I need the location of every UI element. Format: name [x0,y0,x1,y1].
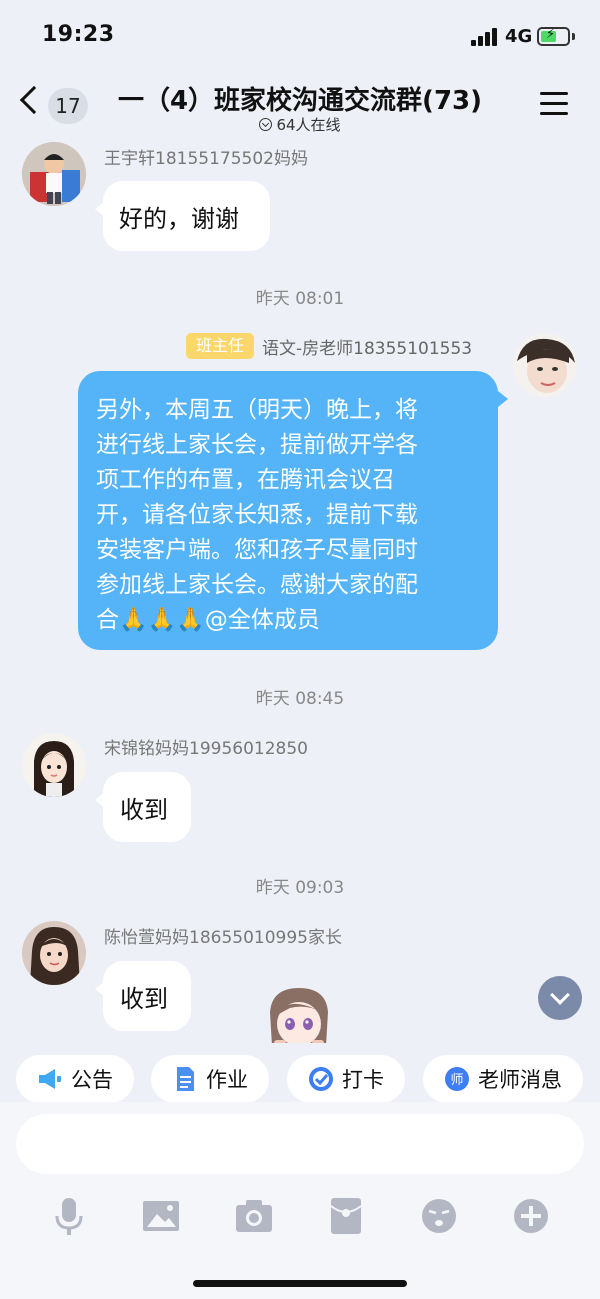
mascot-sticker [266,986,332,1043]
online-check-icon [259,118,273,131]
menu-icon[interactable] [540,92,568,116]
teacher-icon: 师 [444,1066,470,1092]
home-indicator [193,1280,407,1287]
timestamp: 昨天 08:01 [255,289,345,309]
checkin-label: 打卡 [342,1068,384,1092]
message-line: 参加线上家长会。感谢大家的配 [96,572,418,598]
sender-name: 王宇轩18155175502妈妈 [104,149,308,169]
message-bubble[interactable]: 收到 [95,772,191,842]
online-count: 64人在线 [276,116,341,134]
message-text: 收到 [120,796,168,824]
battery-cap [572,33,575,40]
scroll-to-bottom-button[interactable] [538,976,582,1020]
camera-icon[interactable] [232,1194,276,1238]
timestamp: 昨天 08:45 [255,689,345,709]
message-bubble[interactable]: 好的，谢谢 [95,181,270,251]
homework-button[interactable]: 作业 [151,1055,269,1103]
status-bar: 19:23 4G ⚡ [0,0,600,72]
message-input[interactable] [16,1114,584,1174]
message-line: 安装客户端。您和孩子尽量同时 [96,537,418,563]
timestamp: 昨天 09:03 [255,878,345,898]
message-line: 进行线上家长会，提前做开学各 [96,432,418,458]
chat-messages[interactable]: 王宇轩18155175502妈妈 好的，谢谢 昨天 08:01 班主任 语文-房… [0,138,600,1043]
announcement-label: 公告 [71,1068,113,1092]
status-time: 19:23 [42,22,115,47]
message-text: 收到 [120,985,168,1013]
teacher-messages-button[interactable]: 师 老师消息 [423,1055,583,1103]
sender-name: 宋锦铭妈妈19956012850 [104,739,308,759]
message-line: 项工作的布置，在腾讯会议召 [96,467,395,493]
avatar[interactable] [513,333,577,397]
avatar[interactable] [22,142,86,206]
message-line: 开，请各位家长知悉，提前下载 [96,502,418,528]
group-title[interactable]: 一（4）班家校沟通交流群(73) [100,80,500,117]
chat-header: 17 一（4）班家校沟通交流群(73) 64人在线 [0,72,600,138]
online-status[interactable]: 64人在线 [200,114,400,135]
sender-name: 陈怡萱妈妈18655010995家长 [104,928,342,948]
input-area [0,1102,600,1299]
signal-icon [471,28,499,46]
avatar[interactable] [22,921,86,985]
message-bubble[interactable]: 收到 [95,961,191,1031]
message-line: 另外，本周五（明天）晚上，将 [96,397,418,423]
sender-name: 语文-房老师18355101553 [262,339,473,359]
unread-count-badge[interactable]: 17 [48,88,88,124]
checkin-button[interactable]: 打卡 [287,1055,405,1103]
teacher-messages-label: 老师消息 [478,1068,562,1092]
announcement-button[interactable]: 公告 [16,1055,134,1103]
role-badge: 班主任 [186,333,254,359]
image-icon[interactable] [139,1194,183,1238]
back-icon[interactable] [19,85,49,115]
microphone-icon[interactable] [47,1194,91,1238]
check-circle-icon [308,1066,334,1092]
message-line: 合🙏🙏🙏@全体成员 [96,607,320,633]
homework-label: 作业 [206,1068,248,1092]
svg-text:师: 师 [450,1073,463,1088]
network-type: 4G [505,26,533,47]
avatar[interactable] [22,733,86,797]
charging-icon: ⚡ [546,27,556,42]
megaphone-icon [37,1066,63,1092]
plus-icon[interactable] [509,1194,553,1238]
message-text: 好的，谢谢 [119,205,239,233]
red-packet-icon[interactable] [324,1194,368,1238]
message-bubble[interactable]: 另外，本周五（明天）晚上，将 进行线上家长会，提前做开学各 项工作的布置，在腾讯… [78,371,508,650]
emoji-icon[interactable] [417,1194,461,1238]
document-icon [172,1066,198,1092]
